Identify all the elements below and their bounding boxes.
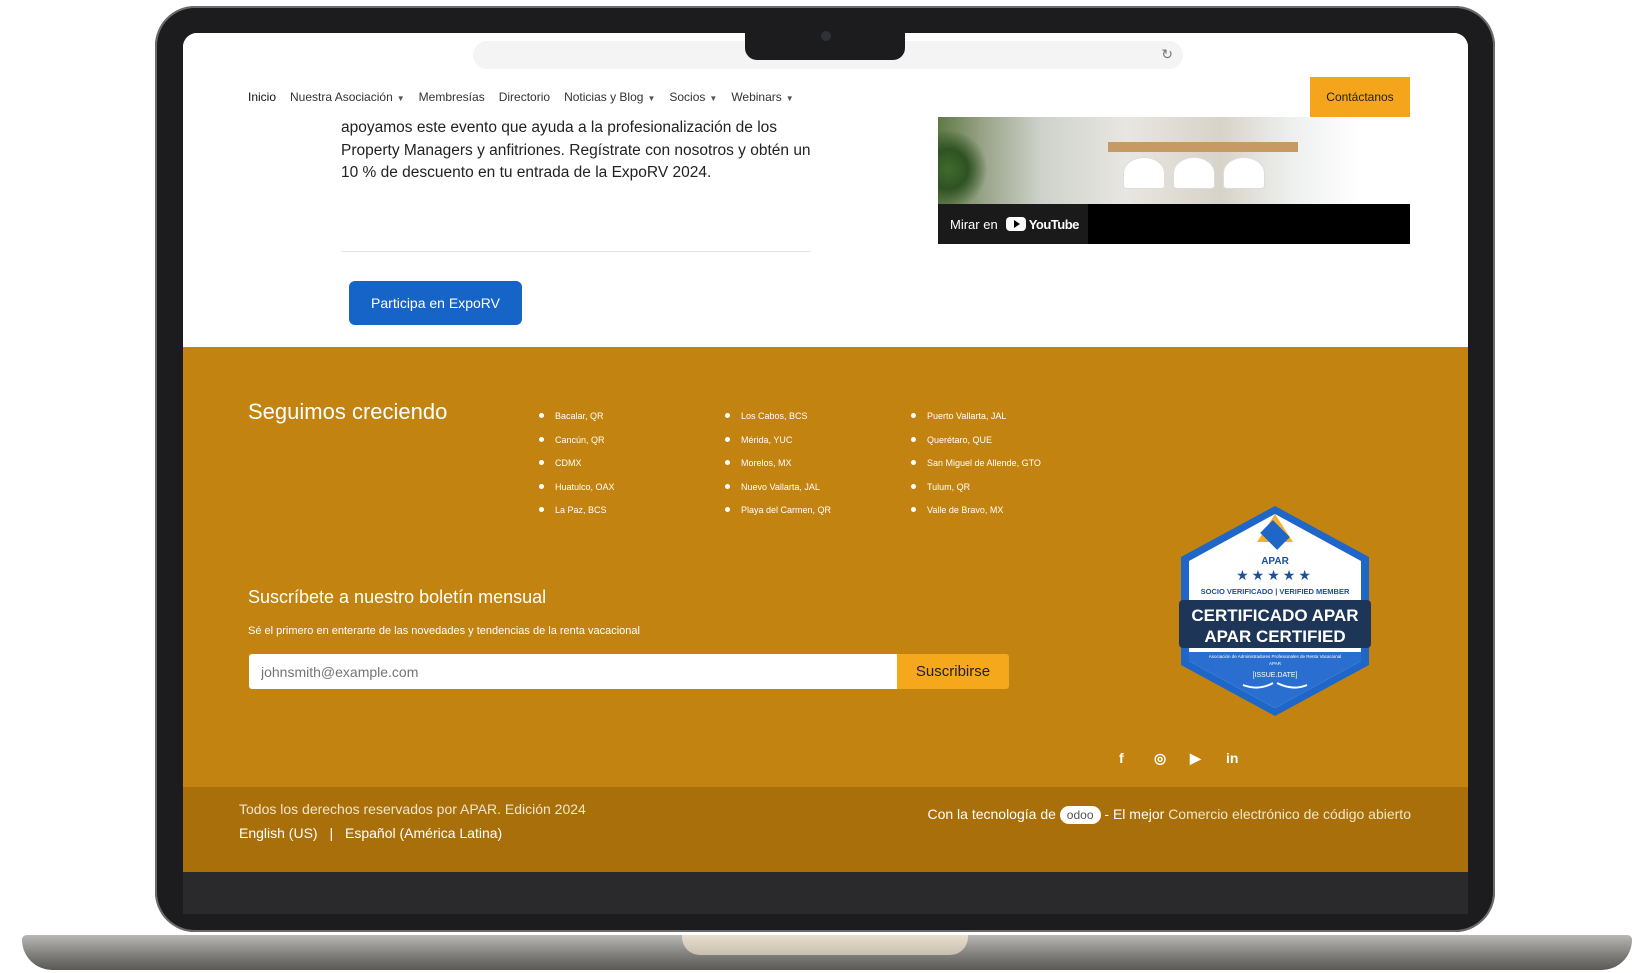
divider [341,251,811,252]
plant-decor [938,117,988,204]
city-item: CDMX [538,452,615,476]
newsletter-title: Suscríbete a nuestro boletín mensual [248,587,547,607]
nav-item-label: Nuestra Asociación [290,90,393,104]
watch-on-youtube-link[interactable]: Mirar en YouTube [938,204,1088,244]
nav-item-4[interactable]: Noticias y Blog ▼ [564,90,655,104]
footer: Seguimos creciendo Bacalar, QR Cancún, QR… [183,347,1468,787]
powered-prefix: Con la tecnología de [927,806,1056,822]
table-decor [1108,142,1298,152]
language-switcher: English (US) | Español (América Latina) [239,825,502,841]
lang-spanish-link[interactable]: Español (América Latina) [345,825,502,841]
badge-org: Asociación de Administradores Profesiona… [1209,654,1342,659]
city-item: Valle de Bravo, MX [910,499,1041,523]
watch-label: Mirar en [950,216,998,232]
lang-english-link[interactable]: English (US) [239,825,318,841]
screen: ↻ Inicio Nuestra Asociación ▼ Membresías Dir… [183,33,1468,872]
video-thumbnail[interactable] [938,117,1410,204]
instagram-icon[interactable]: ◎ [1154,750,1166,767]
contact-button[interactable]: Contáctanos [1310,77,1410,117]
caret-down-icon: ▼ [709,94,718,103]
youtube-icon[interactable]: ▶ [1190,750,1201,767]
nav-item-1[interactable]: Nuestra Asociación ▼ [290,90,405,104]
nav-item-label: Directorio [498,90,551,104]
lang-separator: | [329,825,334,841]
subscribe-button[interactable]: Suscribirse [897,654,1009,689]
screen-bezel [183,872,1468,914]
youtube-logo: YouTube [1005,216,1080,232]
city-item: Playa del Carmen, QR [724,499,831,523]
city-item: Puerto Vallarta, JAL [910,405,1041,429]
bottom-bar: Todos los derechos reservados por APAR. … [183,787,1468,872]
city-item: Tulum, QR [910,476,1041,500]
copyright: Todos los derechos reservados por APAR. … [239,801,586,817]
badge-line1: CERTIFICADO APAR [1191,606,1358,625]
city-item: Los Cabos, BCS [724,405,831,429]
nav-item-label: Inicio [248,90,277,104]
youtube-wordmark: YouTube [1028,216,1080,232]
city-item: Querétaro, QUE [910,429,1041,453]
city-list: Puerto Vallarta, JAL Querétaro, QUE San Mi… [910,405,1041,523]
chair-decor [1123,157,1165,189]
caret-down-icon: ▼ [785,94,794,103]
ecommerce-link[interactable]: Comercio electrónico de código abierto [1168,806,1411,822]
nav-item-label: Membresías [418,90,485,104]
odoo-logo[interactable]: odoo [1059,806,1101,824]
city-item: La Paz, BCS [538,499,615,523]
caret-down-icon: ▼ [396,94,405,103]
youtube-play-icon [1005,217,1026,231]
nav-item-label: Webinars [731,90,782,104]
nav-item-label: Noticias y Blog [564,90,644,104]
badge-org-short: APAR [1269,661,1282,666]
navbar: Inicio Nuestra Asociación ▼ Membresías Direc… [183,77,1468,118]
badge-verified: SOCIO VERIFICADO | VERIFIED MEMBER [1201,587,1350,596]
chair-decor [1173,157,1215,189]
camera-icon [821,31,831,41]
badge-stars: ★★★★★ [1236,568,1314,584]
apar-certified-badge: APAR ★★★★★ SOCIO VERIFICADO | VERIFIED M… [1179,506,1371,716]
nav-item-label: Socios [669,90,706,104]
city-item: San Miguel de Allende, GTO [910,452,1041,476]
chair-decor [1223,157,1265,189]
badge-date: [ISSUE.DATE] [1253,672,1298,679]
facebook-icon[interactable]: f [1119,750,1124,766]
city-item: Nuevo Vallarta, JAL [724,476,831,500]
city-item: Huatulco, OAX [538,476,615,500]
city-list: Bacalar, QR Cancún, QR CDMX Huatulco, OAX La… [538,405,615,523]
camera-notch [745,31,905,60]
nav-item-3[interactable]: Directorio [499,90,550,104]
nav-item-6[interactable]: Webinars ▼ [731,90,793,104]
city-item: Cancún, QR [538,429,615,453]
event-paragraph: apoyamos este evento que ayuda a la prof… [341,119,811,181]
city-item: Mérida, YUC [724,429,831,453]
nav-item-2[interactable]: Membresías [419,90,485,104]
video-controls: Mirar en YouTube [938,204,1410,244]
powered-mid: - El mejor [1104,806,1165,822]
caret-down-icon: ▼ [647,94,656,103]
nav-menu: Inicio Nuestra Asociación ▼ Membresías Direc… [248,77,794,117]
laptop-hinge [682,935,968,955]
video-embed[interactable]: Mirar en YouTube [938,117,1410,244]
footer-title: Seguimos creciendo [248,399,448,424]
linkedin-icon[interactable]: in [1226,750,1238,766]
badge-brand: APAR [1261,556,1289,567]
nav-item-0[interactable]: Inicio [248,90,276,104]
participate-button[interactable]: Participa en ExpoRV [349,281,522,325]
reload-icon[interactable]: ↻ [1161,46,1173,63]
city-item: Bacalar, QR [538,405,615,429]
city-list: Los Cabos, BCS Mérida, YUC Morelos, MX Nuev… [724,405,831,523]
city-item: Morelos, MX [724,452,831,476]
email-input[interactable] [249,654,897,689]
nav-item-5[interactable]: Socios ▼ [669,90,717,104]
powered-by: Con la tecnología de odoo - El mejor Com… [891,803,1411,825]
newsletter-subtitle: Sé el primero en enterarte de las noveda… [248,625,640,637]
badge-line2: APAR CERTIFIED [1204,627,1345,646]
